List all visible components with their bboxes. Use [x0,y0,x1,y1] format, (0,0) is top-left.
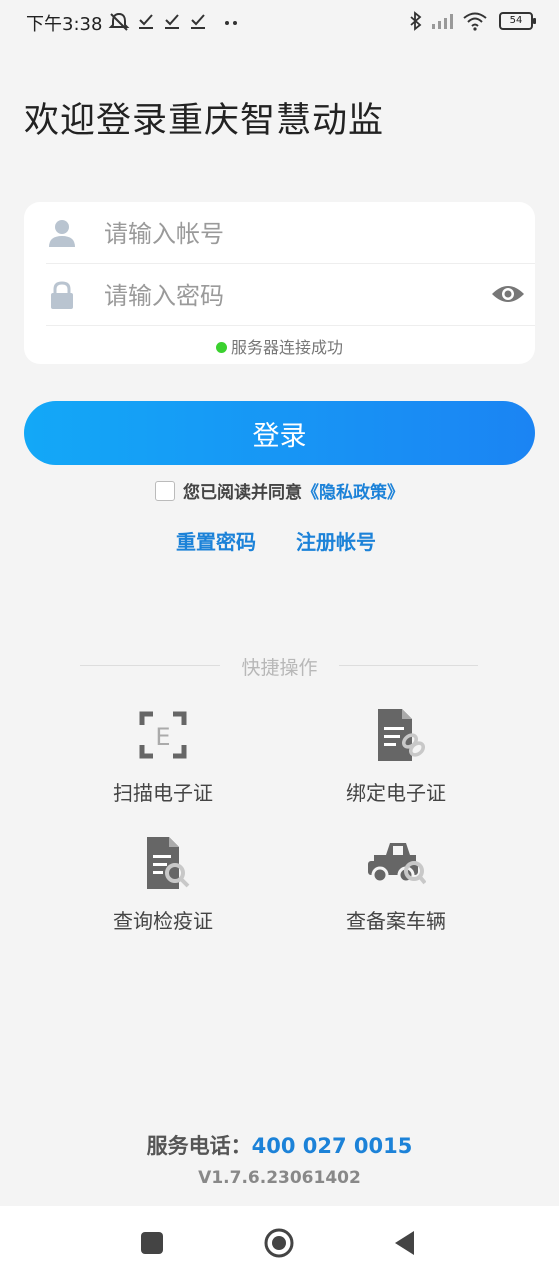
scan-icon: E [139,711,187,759]
battery-icon: 54 [499,12,536,30]
connection-status-text: 服务器连接成功 [230,338,343,357]
status-time: 下午3:38 [26,14,103,35]
account-row [46,202,535,264]
service-phone-number[interactable]: 400 027 0015 [252,1134,413,1158]
status-dot [215,342,227,353]
page-title: 欢迎登录重庆智慧动监 [24,101,385,141]
status-bar: 下午3:38 54 [0,0,559,42]
password-input[interactable] [102,272,466,320]
more-notifications-icon [225,21,237,25]
query-vehicle-action[interactable]: 查备案车辆 [296,833,496,934]
login-button[interactable]: 登录 [24,401,535,465]
quick-action-label: 扫描电子证 [113,781,213,805]
lock-icon [51,281,73,309]
agreement-checkbox[interactable] [155,480,175,501]
service-phone-label: 服务电话： [146,1134,252,1158]
login-card: 服务器连接成功 [24,202,535,364]
agreement-text: 您已阅读并同意 [183,483,302,503]
svg-text:E: E [155,723,170,751]
quick-action-label: 查备案车辆 [346,909,446,933]
quick-action-label: 绑定电子证 [346,781,446,805]
wifi-icon [463,12,487,31]
quick-actions-title: 快捷操作 [241,657,318,679]
bell-muted-icon [108,12,130,31]
connection-status: 服务器连接成功 [24,334,535,358]
signal-icon [432,14,453,29]
privacy-policy-link[interactable]: 《隐私政策》 [302,483,404,503]
home-icon[interactable] [263,1228,295,1260]
recent-apps-icon[interactable] [139,1228,165,1258]
scan-certificate-action[interactable]: E 扫描电子证 [63,705,263,806]
user-icon [49,220,75,247]
task-done-icons [139,14,205,29]
agreement-row: 您已阅读并同意《隐私政策》 [0,478,559,503]
reset-password-link[interactable]: 重置密码 [176,526,256,555]
app-version: V1.7.6.23061402 [198,1168,361,1188]
account-input[interactable] [102,210,466,258]
query-quarantine-action[interactable]: 查询检疫证 [63,833,263,934]
system-nav-bar [0,1206,559,1280]
eye-icon[interactable] [491,281,525,307]
document-link-icon [378,709,426,761]
bind-certificate-action[interactable]: 绑定电子证 [296,705,496,806]
bluetooth-icon [410,11,422,31]
vehicle-search-icon [368,843,426,885]
document-search-icon [147,837,190,889]
password-row [46,264,535,326]
back-icon[interactable] [392,1228,418,1258]
quick-action-label: 查询检疫证 [113,909,213,933]
register-link[interactable]: 注册帐号 [296,526,376,555]
service-phone: 服务电话：400 027 0015 [0,1130,559,1160]
